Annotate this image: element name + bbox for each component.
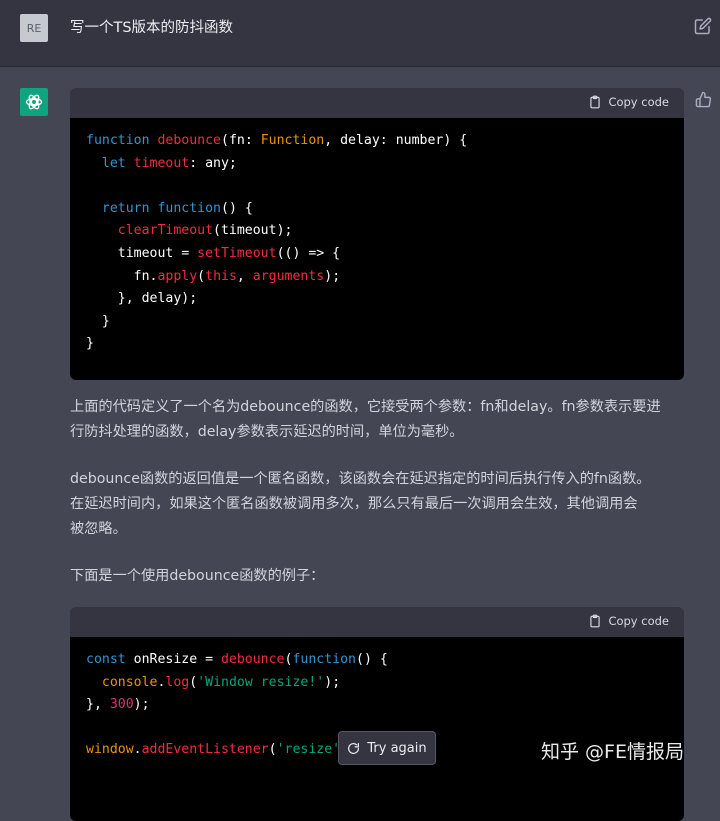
code-token: },	[86, 697, 110, 713]
code-line: }, delay);	[86, 288, 668, 311]
code-block: Copy code function debounce(fn: Function…	[70, 88, 684, 380]
code-token: (timeout);	[213, 223, 293, 239]
code-token: addEventListener	[141, 742, 269, 758]
clipboard-icon	[590, 95, 601, 109]
user-message-row: RE 写一个TS版本的防抖函数	[0, 0, 720, 67]
code-token: (fn:	[221, 133, 261, 148]
copy-code-label: Copy code	[608, 614, 669, 628]
code-token: arguments	[252, 268, 325, 284]
code-token: setTimeout	[197, 245, 277, 261]
code-token: .	[133, 742, 142, 758]
code-line: }	[86, 311, 668, 334]
copy-code-button[interactable]: Copy code	[588, 95, 669, 109]
code-token: debounce	[220, 652, 285, 667]
code-token: () {	[356, 652, 388, 667]
code-token: );	[324, 674, 341, 690]
code-line: function debounce(fn: Function, delay: n…	[86, 130, 668, 153]
paragraph-line: 在延迟时间内，如果这个匿名函数被调用多次，那么只有最后一次调用会生效，其他调用会	[70, 496, 638, 512]
paragraph-line: 上面的代码定义了一个名为debounce的函数，它接受两个参数：fn和delay…	[70, 399, 661, 415]
paragraph-line: 下面是一个使用debounce函数的例子：	[70, 568, 325, 584]
code-block-header: Copy code	[70, 607, 684, 637]
refresh-icon	[348, 742, 360, 754]
code-token: log	[165, 674, 190, 690]
clipboard-icon	[590, 614, 601, 628]
code-token: return	[101, 200, 158, 216]
code-token: onResize =	[133, 652, 221, 667]
code-token: let	[101, 155, 134, 171]
user-avatar: RE	[20, 14, 48, 42]
code-token: apply	[157, 268, 198, 284]
code-token: window	[86, 742, 134, 758]
code-token: (	[197, 268, 206, 284]
chatgpt-logo-icon	[25, 94, 43, 110]
try-again-label: Try again	[367, 740, 427, 756]
response-paragraph: debounce函数的返回值是一个匿名函数，该函数会在延迟指定的时间后执行传入的…	[70, 467, 690, 542]
code-content: function debounce(fn: Function, delay: n…	[70, 118, 684, 380]
code-token: function	[86, 133, 158, 148]
assistant-avatar	[20, 88, 48, 116]
code-token: : any;	[189, 155, 237, 171]
code-line: fn.apply(this, arguments);	[86, 266, 668, 289]
code-token: 'resize'	[276, 742, 341, 758]
edit-icon[interactable]	[694, 17, 712, 35]
code-line: console.log('Window resize!');	[86, 672, 668, 695]
code-token: 'Window resize!'	[197, 674, 325, 690]
code-block: Copy code const onResize = debounce(func…	[70, 607, 684, 821]
code-block-header: Copy code	[70, 88, 684, 118]
code-token: }	[86, 313, 110, 329]
code-token: clearTimeout	[117, 223, 214, 239]
code-token: this	[205, 268, 237, 284]
code-token: (	[268, 742, 277, 758]
copy-code-button[interactable]: Copy code	[588, 614, 669, 628]
try-again-button[interactable]: Try again	[338, 731, 436, 765]
code-token: ,	[236, 268, 253, 284]
code-line: const onResize = debounce(function() {	[86, 649, 668, 672]
code-token: }	[86, 336, 94, 352]
code-line: clearTimeout(timeout);	[86, 220, 668, 243]
code-line: timeout = setTimeout(() => {	[86, 243, 668, 266]
code-line: let timeout: any;	[86, 153, 668, 176]
code-token: const	[86, 652, 134, 667]
code-token: console	[101, 674, 158, 690]
paragraph-line: 行防抖处理的函数，delay参数表示延迟的时间，单位为毫秒。	[70, 424, 464, 440]
code-token: }, delay);	[86, 291, 198, 307]
code-line: }, 300);	[86, 694, 668, 717]
code-token: (() => {	[276, 245, 341, 261]
response-paragraph: 下面是一个使用debounce函数的例子：	[70, 564, 690, 589]
paragraph-line: debounce函数的返回值是一个匿名函数，该函数会在延迟指定的时间后执行传入的…	[70, 471, 651, 487]
code-line: }	[86, 333, 668, 356]
code-token: );	[133, 697, 150, 713]
code-token: 300	[109, 697, 134, 713]
code-token: () {	[221, 200, 253, 216]
code-token: timeout	[133, 155, 190, 171]
thumbs-up-icon[interactable]	[695, 91, 712, 108]
code-token: function	[292, 652, 356, 667]
copy-code-label: Copy code	[608, 95, 669, 109]
response-paragraph: 上面的代码定义了一个名为debounce的函数，它接受两个参数：fn和delay…	[70, 395, 690, 445]
code-token: debounce	[157, 133, 221, 148]
code-line: return function() {	[86, 198, 668, 221]
paragraph-line: 被忽略。	[70, 521, 127, 537]
code-token: Function	[260, 133, 325, 148]
code-token: , delay: number) {	[324, 133, 468, 148]
user-message-text: 写一个TS版本的防抖函数	[70, 20, 234, 36]
code-content: const onResize = debounce(function() { c…	[70, 637, 684, 821]
code-token: (	[189, 674, 198, 690]
code-token: timeout =	[86, 245, 198, 261]
code-token: );	[324, 268, 341, 284]
code-token: function	[157, 200, 221, 216]
code-token: fn.	[86, 268, 158, 284]
watermark: 知乎 @FE情报局	[541, 741, 684, 763]
